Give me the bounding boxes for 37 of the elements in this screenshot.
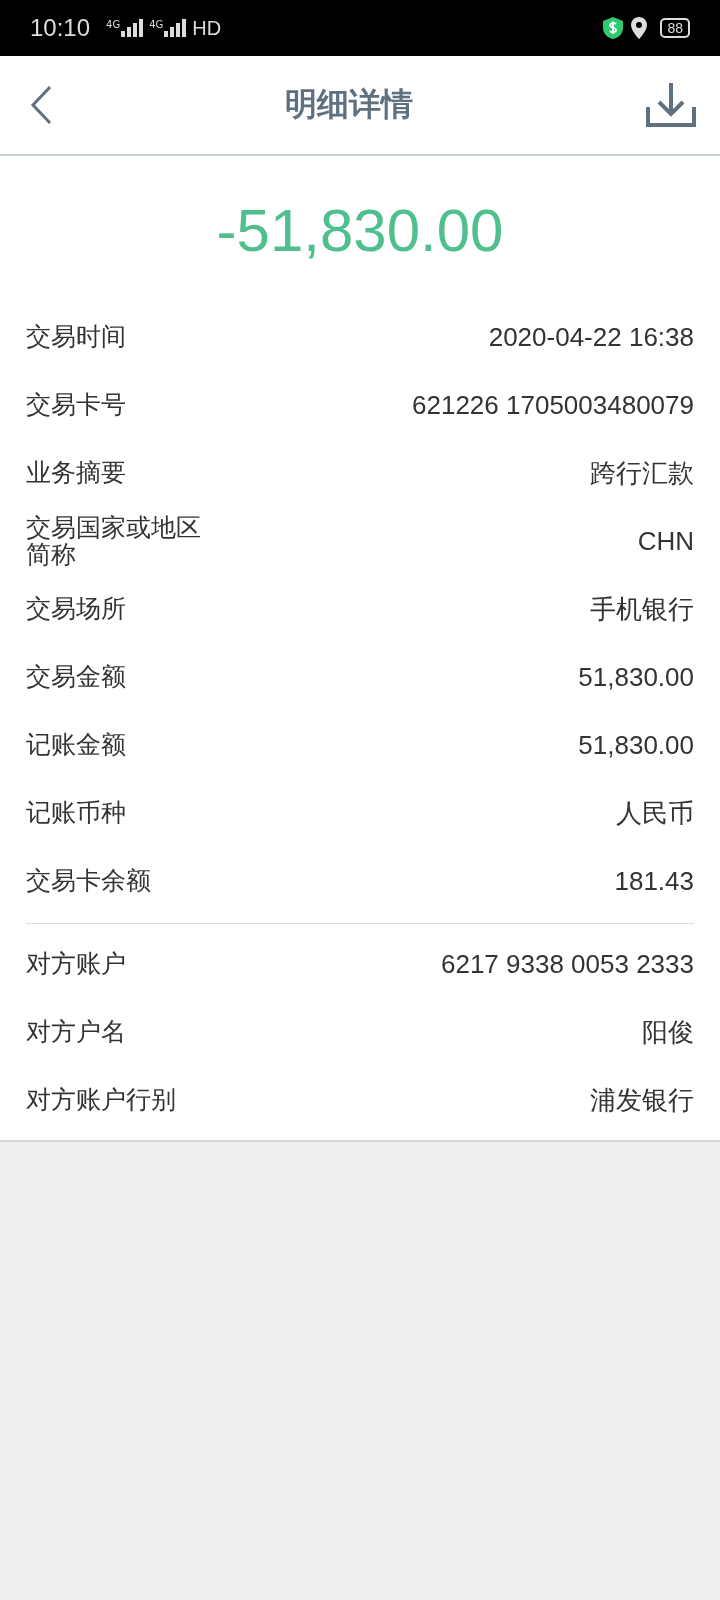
detail-label: 业务摘要 [26, 459, 127, 487]
detail-value: 621226 1705003480079 [412, 389, 694, 421]
detail-label: 记账币种 [26, 799, 127, 827]
detail-label: 记账金额 [26, 731, 127, 759]
detail-label: 对方账户 [26, 950, 127, 978]
network-label: 4G [149, 19, 164, 30]
detail-value: 51,830.00 [578, 661, 694, 693]
detail-value: 2020-04-22 16:38 [488, 321, 694, 353]
hd-label: HD [192, 16, 222, 40]
detail-label: 交易卡余额 [26, 867, 152, 895]
detail-label: 交易场所 [26, 595, 127, 623]
back-icon[interactable] [30, 85, 52, 125]
signal-icon [121, 19, 144, 37]
download-icon[interactable] [646, 83, 696, 127]
detail-value: 跨行汇款 [590, 456, 694, 490]
detail-value: CHN [637, 525, 694, 557]
detail-label: 交易卡号 [26, 391, 127, 419]
detail-label: 对方户名 [26, 1018, 127, 1046]
detail-value: 51,830.00 [578, 729, 694, 761]
shield-icon [602, 16, 625, 40]
detail-value: 浦发银行 [590, 1083, 694, 1117]
page-title: 明细详情 [285, 84, 413, 125]
detail-value: 6217 9338 0053 2333 [440, 948, 694, 980]
status-time: 10:10 [30, 14, 91, 42]
network-label: 4G [106, 19, 121, 30]
detail-value: 手机银行 [590, 592, 694, 626]
detail-label: 交易时间 [26, 323, 127, 351]
detail-label: 交易金额 [26, 663, 127, 691]
detail-label: 对方账户行别 [26, 1086, 177, 1114]
signal-icon [164, 19, 187, 37]
detail-value: 181.43 [614, 865, 694, 897]
location-icon [630, 16, 649, 40]
detail-value: 人民币 [616, 796, 694, 830]
detail-value: 阳俊 [642, 1015, 694, 1049]
detail-label: 交易国家或地区简称 [26, 513, 202, 569]
battery-indicator: 88 [660, 18, 690, 38]
transaction-amount: -51,830.00 [215, 196, 505, 266]
